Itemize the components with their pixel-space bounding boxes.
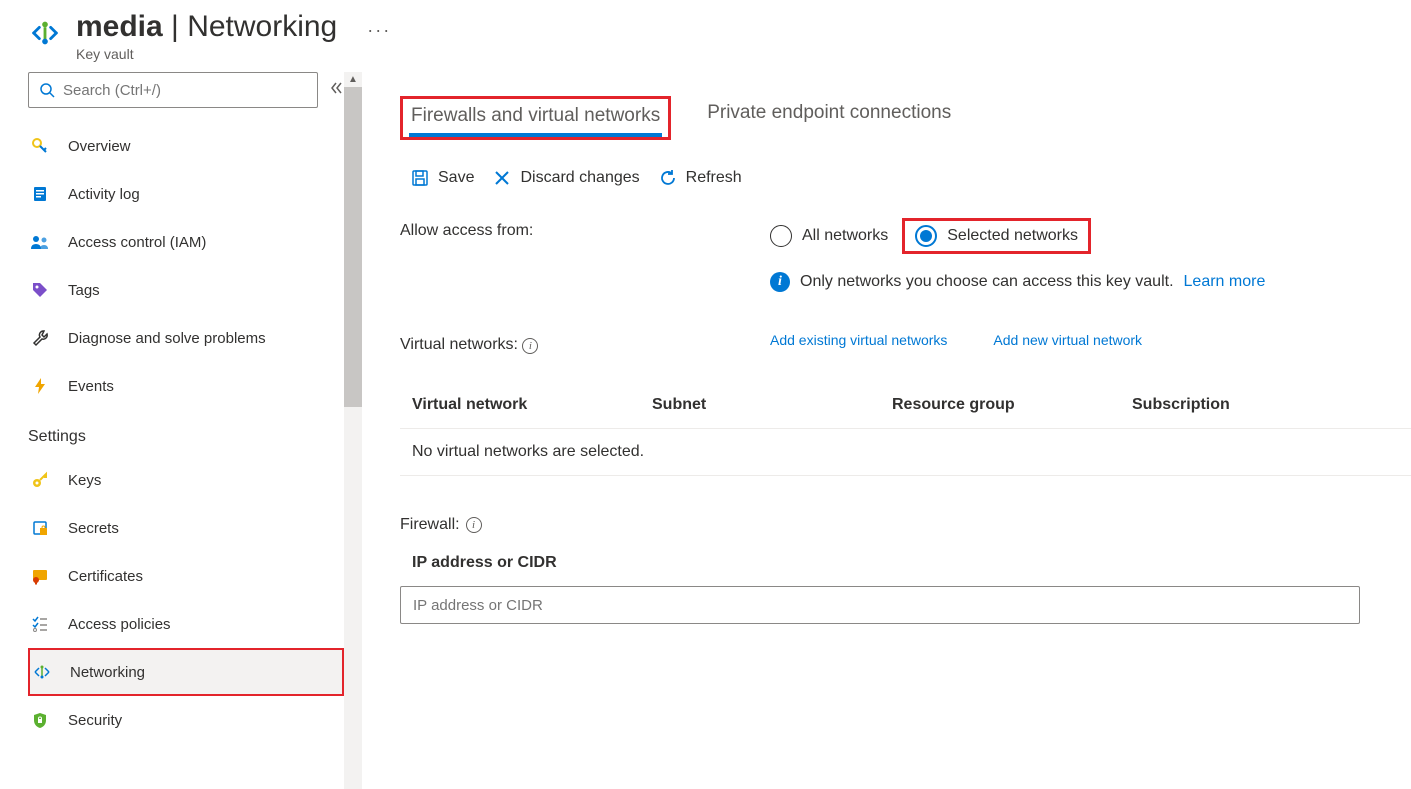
- col-resource-group: Resource group: [892, 396, 1132, 414]
- wrench-icon: [30, 328, 50, 348]
- tab-firewalls-highlight: Firewalls and virtual networks: [400, 96, 671, 140]
- sidebar-item-networking[interactable]: Networking: [28, 648, 344, 696]
- table-empty-row: No virtual networks are selected.: [400, 429, 1411, 476]
- ip-address-input[interactable]: [400, 586, 1360, 624]
- main-content: Firewalls and virtual networks Private e…: [360, 72, 1411, 789]
- networking-icon: [32, 662, 52, 682]
- radio-selected-icon: [915, 225, 937, 247]
- sidebar-item-label: Diagnose and solve problems: [68, 330, 266, 347]
- log-icon: [30, 184, 50, 204]
- tab-bar: Firewalls and virtual networks Private e…: [400, 96, 1411, 140]
- sidebar-item-activity-log[interactable]: Activity log: [28, 170, 344, 218]
- help-icon[interactable]: i: [466, 517, 482, 533]
- sidebar-item-label: Access control (IAM): [68, 234, 206, 251]
- discard-button[interactable]: Discard changes: [492, 168, 639, 188]
- chevron-double-left-icon: [328, 80, 344, 96]
- add-new-vnet-link[interactable]: Add new virtual network: [993, 332, 1142, 348]
- info-icon: i: [770, 272, 790, 292]
- lightning-icon: [30, 376, 50, 396]
- key-icon: [30, 136, 50, 156]
- sidebar-item-overview[interactable]: Overview: [28, 122, 344, 170]
- col-virtual-network: Virtual network: [412, 396, 652, 414]
- learn-more-link[interactable]: Learn more: [1184, 273, 1266, 291]
- collapse-sidebar-button[interactable]: [328, 80, 344, 99]
- vnets-table: Virtual network Subnet Resource group Su…: [400, 382, 1411, 476]
- key-vault-icon: [28, 16, 62, 53]
- sidebar-search[interactable]: [28, 72, 318, 108]
- table-header: Virtual network Subnet Resource group Su…: [400, 382, 1411, 429]
- sidebar-item-diagnose[interactable]: Diagnose and solve problems: [28, 314, 344, 362]
- add-existing-vnet-link[interactable]: Add existing virtual networks: [770, 332, 947, 348]
- col-subscription: Subscription: [1132, 396, 1399, 414]
- checklist-icon: [30, 614, 50, 634]
- radio-all-networks[interactable]: All networks: [770, 225, 888, 247]
- info-message: i Only networks you choose can access th…: [770, 272, 1411, 292]
- sidebar-item-label: Keys: [68, 472, 101, 489]
- resource-type-label: Key vault: [76, 46, 337, 62]
- sidebar-item-access-policies[interactable]: Access policies: [28, 600, 344, 648]
- sidebar-item-label: Security: [68, 712, 122, 729]
- save-button[interactable]: Save: [410, 168, 474, 188]
- virtual-networks-label: Virtual networks: i: [400, 332, 770, 354]
- page-header: media | Networking Key vault ···: [0, 0, 1411, 72]
- search-icon: [39, 82, 55, 98]
- refresh-icon: [658, 168, 678, 188]
- ip-column-header: IP address or CIDR: [400, 554, 1411, 572]
- sidebar-item-keys[interactable]: Keys: [28, 456, 344, 504]
- more-actions-button[interactable]: ···: [367, 20, 391, 41]
- shield-icon: [30, 710, 50, 730]
- sidebar-item-label: Overview: [68, 138, 131, 155]
- col-subnet: Subnet: [652, 396, 892, 414]
- search-input[interactable]: [63, 82, 307, 99]
- sidebar-item-access-control[interactable]: Access control (IAM): [28, 218, 344, 266]
- sidebar-item-certificates[interactable]: Certificates: [28, 552, 344, 600]
- help-icon[interactable]: i: [522, 338, 538, 354]
- radio-selected-networks-highlight: Selected networks: [902, 218, 1091, 254]
- sidebar-item-events[interactable]: Events: [28, 362, 344, 410]
- tab-firewalls[interactable]: Firewalls and virtual networks: [409, 101, 662, 137]
- sidebar-group-settings: Settings: [28, 428, 344, 446]
- tab-private-endpoint[interactable]: Private endpoint connections: [699, 96, 959, 140]
- secrets-icon: [30, 518, 50, 538]
- certificate-icon: [30, 566, 50, 586]
- scroll-up-arrow-icon[interactable]: ▲: [348, 72, 358, 87]
- save-icon: [410, 168, 430, 188]
- sidebar-item-tags[interactable]: Tags: [28, 266, 344, 314]
- people-icon: [30, 232, 50, 252]
- radio-icon: [770, 225, 792, 247]
- sidebar-item-label: Certificates: [68, 568, 143, 585]
- sidebar-item-security[interactable]: Security: [28, 696, 344, 744]
- sidebar-item-label: Networking: [70, 664, 145, 681]
- sidebar-item-label: Access policies: [68, 616, 171, 633]
- sidebar-item-label: Activity log: [68, 186, 140, 203]
- tag-icon: [30, 280, 50, 300]
- refresh-button[interactable]: Refresh: [658, 168, 742, 188]
- key-icon: [30, 470, 50, 490]
- toolbar: Save Discard changes Refresh: [400, 168, 1411, 188]
- radio-selected-networks[interactable]: Selected networks: [915, 225, 1078, 247]
- sidebar-item-secrets[interactable]: Secrets: [28, 504, 344, 552]
- page-title: media | Networking: [76, 10, 337, 44]
- sidebar-item-label: Tags: [68, 282, 100, 299]
- sidebar: Overview Activity log Access control (IA…: [0, 72, 360, 789]
- sidebar-item-label: Events: [68, 378, 114, 395]
- sidebar-item-label: Secrets: [68, 520, 119, 537]
- allow-access-label: Allow access from:: [400, 218, 770, 240]
- firewall-label: Firewall: i: [400, 516, 1411, 534]
- close-icon: [492, 168, 512, 188]
